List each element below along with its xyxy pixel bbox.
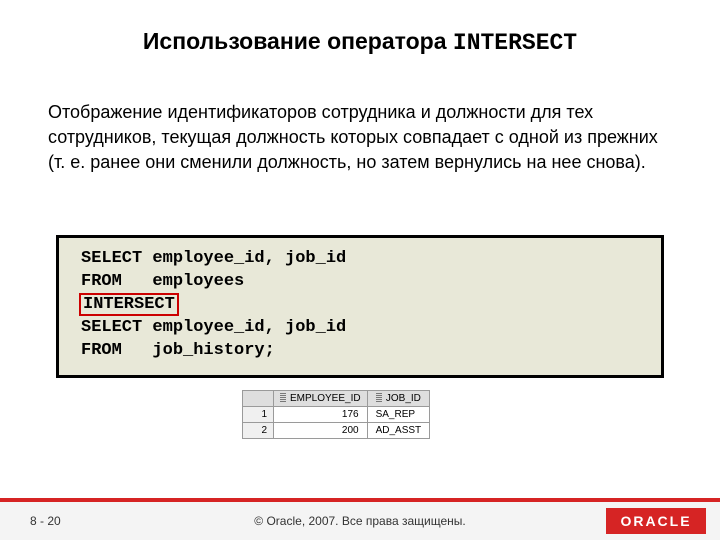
row-number: 2 [243,423,274,439]
footer: 8 - 20 © Oracle, 2007. Все права защищен… [0,502,720,540]
col-label: JOB_ID [386,393,421,404]
cell-employee-id: 176 [274,407,368,423]
result-table: EMPLOYEE_ID JOB_ID 1 176 SA_REP 2 200 AD… [242,390,430,439]
table-header-row: EMPLOYEE_ID JOB_ID [243,391,430,407]
col-header-employee-id: EMPLOYEE_ID [274,391,368,407]
sql-code-block: SELECT employee_id, job_id FROM employee… [56,235,664,378]
grip-icon [376,393,382,403]
title-text: Использование оператора [143,28,453,54]
body-paragraph: Отображение идентификаторов сотрудника и… [48,100,672,176]
col-label: EMPLOYEE_ID [290,393,361,404]
col-header-job-id: JOB_ID [367,391,430,407]
cell-employee-id: 200 [274,423,368,439]
slide: Использование оператора INTERSECT Отобра… [0,0,720,540]
code-line: SELECT employee_id, job_id [81,318,346,337]
code-line: SELECT employee_id, job_id [81,249,346,268]
slide-title: Использование оператора INTERSECT [0,28,720,56]
rownum-header [243,391,274,407]
code-line: FROM employees [81,272,244,291]
code-highlight-intersect: INTERSECT [79,293,179,316]
cell-job-id: AD_ASST [367,423,430,439]
row-number: 1 [243,407,274,423]
table-row: 2 200 AD_ASST [243,423,430,439]
code-line: FROM job_history; [81,341,275,360]
title-keyword: INTERSECT [453,30,577,56]
table-row: 1 176 SA_REP [243,407,430,423]
grip-icon [280,393,286,403]
oracle-logo: ORACLE [606,508,706,534]
cell-job-id: SA_REP [367,407,430,423]
